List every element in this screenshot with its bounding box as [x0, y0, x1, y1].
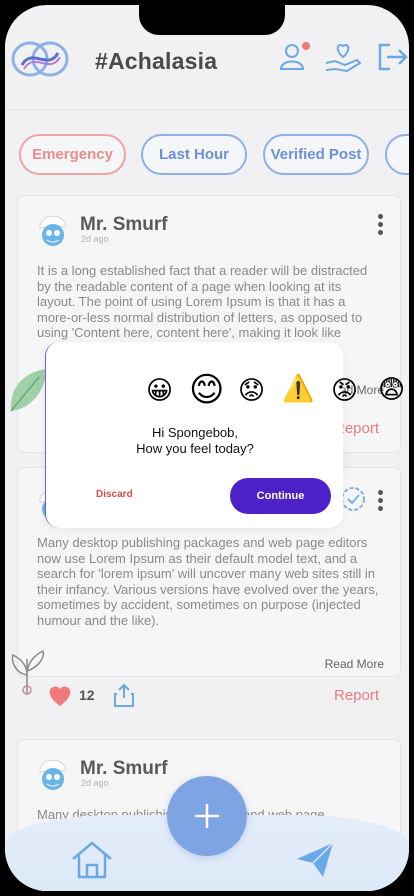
plus-icon — [195, 804, 219, 828]
post-actions: 12 Report — [5, 681, 409, 711]
share-icon[interactable] — [113, 682, 135, 708]
user-profile-icon[interactable] — [275, 37, 315, 77]
home-icon[interactable] — [69, 839, 115, 881]
discard-button[interactable]: Discard — [96, 489, 133, 500]
plant-icon — [11, 649, 45, 695]
leaf-icon — [10, 369, 47, 412]
app-screen: #Achalasia Emergency Last Hour Verified … — [5, 5, 409, 891]
greeting-line-2: How you feel today? — [136, 441, 254, 456]
emoji-smiling[interactable]: 😊 — [189, 373, 224, 407]
emoji-grinning[interactable]: 😀 — [146, 378, 173, 404]
more-options-icon[interactable] — [378, 490, 384, 512]
like-count: 12 — [79, 687, 95, 703]
post-time: 2d ago — [81, 234, 109, 244]
logout-icon[interactable] — [372, 37, 409, 77]
post-author[interactable]: Mr. Smurf — [80, 758, 168, 780]
mood-dialog: 😀 😊 😟 ⚠️ 😡 Hi Spongebob, How you feel to… — [45, 342, 358, 528]
continue-button[interactable]: Continue — [230, 478, 331, 514]
post-body: It is a long established fact that a rea… — [37, 263, 368, 341]
report-link[interactable]: Report — [334, 687, 379, 704]
greeting-line-1: Hi Spongebob, — [151, 425, 238, 440]
notch — [139, 5, 285, 35]
phone-frame: #Achalasia Emergency Last Hour Verified … — [0, 0, 414, 896]
page-title: #Achalasia — [95, 48, 218, 74]
post-body: Many desktop publishing packages and web… — [37, 535, 379, 628]
avatar[interactable] — [32, 208, 74, 250]
verified-badge-icon — [341, 487, 365, 511]
filter-more[interactable] — [385, 134, 409, 175]
infinity-logo-icon[interactable] — [8, 37, 72, 81]
emoji-angry[interactable]: 😡 — [331, 378, 358, 404]
emoji-warning[interactable]: ⚠️ — [282, 376, 314, 402]
header-divider — [5, 109, 409, 110]
post-author[interactable]: Mr. Smurf — [80, 214, 168, 236]
heart-hand-icon[interactable] — [323, 37, 363, 77]
send-icon[interactable] — [293, 839, 337, 881]
read-more-link[interactable]: Read More — [325, 657, 384, 671]
filter-emergency[interactable]: Emergency — [19, 134, 126, 175]
avatar[interactable] — [32, 752, 74, 794]
post-time: 2d ago — [81, 778, 109, 788]
filter-verified-post[interactable]: Verified Post — [263, 134, 369, 175]
filter-last-hour[interactable]: Last Hour — [141, 134, 247, 175]
emoji-fearful[interactable]: 😨 — [378, 377, 405, 403]
more-options-icon[interactable] — [378, 214, 384, 236]
emoji-worried[interactable]: 😟 — [238, 378, 265, 404]
add-post-button[interactable] — [167, 776, 247, 856]
